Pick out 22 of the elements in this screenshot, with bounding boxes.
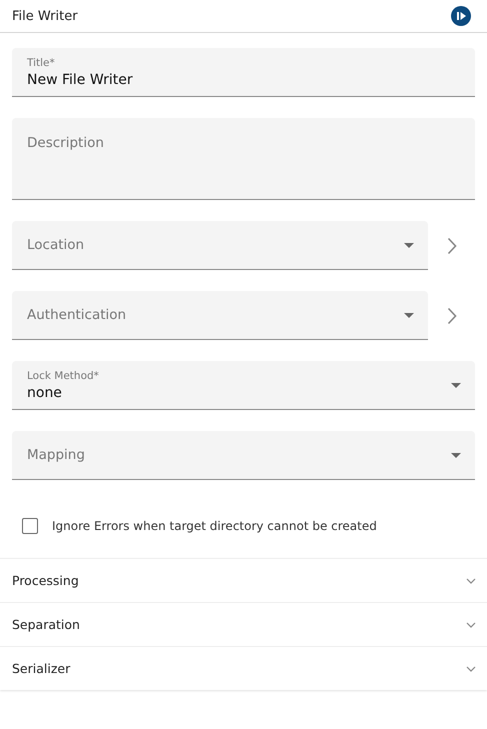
- chevron-down-icon: [466, 622, 476, 628]
- accordion-header[interactable]: Processing: [0, 558, 487, 602]
- checkbox[interactable]: [22, 518, 38, 534]
- chevron-right-icon[interactable]: [447, 236, 457, 254]
- caret-icon: [404, 313, 414, 318]
- panel-title: File Writer: [12, 8, 78, 24]
- text-area[interactable]: Description: [12, 118, 475, 200]
- chevron-down-icon: [466, 578, 476, 584]
- input-field[interactable]: Title* New File Writer: [12, 48, 475, 97]
- dropdown-field[interactable]: Mapping: [12, 431, 475, 480]
- dropdown-field[interactable]: Lock Method* none: [12, 361, 475, 410]
- chevron-down-icon: [466, 666, 476, 672]
- accordion-header[interactable]: Serializer: [0, 646, 487, 690]
- chevron-right-icon[interactable]: [447, 306, 457, 324]
- play-icon[interactable]: [451, 6, 471, 26]
- caret-icon: [451, 383, 461, 388]
- dropdown-field[interactable]: Location: [12, 221, 428, 270]
- caret-icon: [451, 453, 461, 458]
- checkbox-label: Ignore Errors when target directory cannot be created: [52, 519, 377, 533]
- caret-icon: [404, 243, 414, 248]
- dropdown-field[interactable]: Authentication: [12, 291, 428, 340]
- accordion-header[interactable]: Separation: [0, 602, 487, 646]
